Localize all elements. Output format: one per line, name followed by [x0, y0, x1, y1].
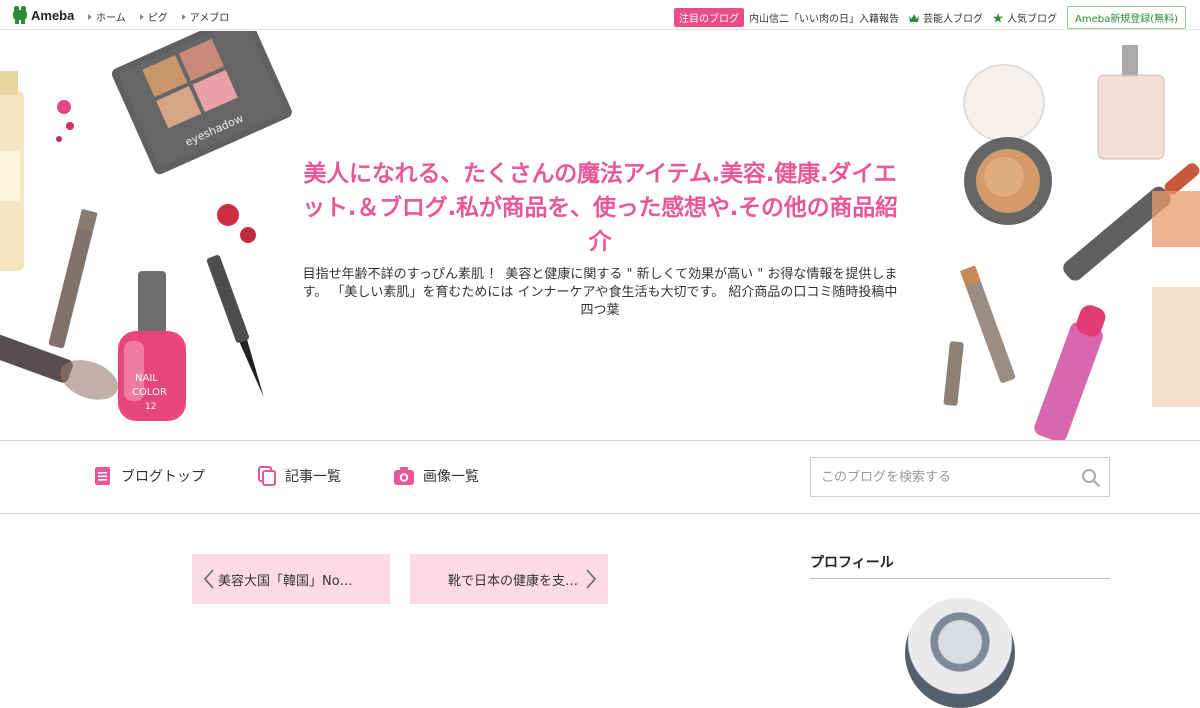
- prev-entry-link[interactable]: 美容大国「韓国」No…: [192, 554, 390, 604]
- popular-blog-label: 人気ブログ: [1006, 14, 1057, 25]
- eye-pencil-icon: [960, 265, 1016, 383]
- camera-icon: [394, 467, 414, 485]
- nav-blog-top[interactable]: ブログトップ: [94, 466, 205, 486]
- cosmetics-illustration-left: eyeshadow NAIL COLOR 12: [0, 31, 292, 421]
- cosmetic-box-icon: [1152, 191, 1200, 407]
- nav-entries[interactable]: 記事一覧: [258, 466, 341, 486]
- chevron-left-icon: [203, 569, 214, 589]
- nav-images[interactable]: 画像一覧: [394, 466, 479, 486]
- nail-polish-label-2: COLOR: [132, 387, 167, 398]
- global-header-right: 注目のブログ 内山信二「いい肉の日」入籍報告 芸能人ブログ 人気ブログ Ameb…: [673, 6, 1186, 29]
- blog-description: 目指せ年齢不詳のすっぴん素肌 ！ 美容と健康に関する " 新しくて効果が高い "…: [302, 267, 898, 318]
- popular-blog-link[interactable]: 人気ブログ: [992, 10, 1057, 25]
- featured-blog-link[interactable]: 内山信二「いい肉の日」入籍報告: [749, 10, 899, 25]
- nav-blog-top-label: ブログトップ: [121, 469, 205, 485]
- lipstick-icon: [1034, 305, 1106, 440]
- ameba-mascot-icon: [12, 6, 28, 24]
- next-entry-title: 靴で日本の健康を支…: [447, 573, 578, 589]
- crown-icon: [908, 13, 919, 22]
- blog-header-banner: eyeshadow NAIL COLOR 12 美人になれる、たくさんの魔法アイ…: [0, 31, 1200, 440]
- profile-heading: プロフィール: [810, 552, 1110, 579]
- nav-home-link[interactable]: ホーム: [88, 9, 126, 24]
- liquid-liner-icon: [206, 255, 264, 398]
- nail-polish-label: NAIL: [135, 373, 158, 384]
- document-icon: [95, 467, 110, 485]
- featured-badge: 注目のブログ: [673, 8, 744, 27]
- brush-stub-icon: [943, 341, 964, 406]
- global-nav: ホーム ピグ アメブロ: [88, 9, 229, 24]
- prev-entry-title: 美容大国「韓国」No…: [218, 573, 353, 589]
- profile-avatar[interactable]: [905, 598, 1015, 708]
- eyeshadow-palette-icon: eyeshadow: [111, 31, 292, 175]
- entries-icon: [258, 466, 276, 486]
- nav-ameblo-link[interactable]: アメブロ: [182, 9, 230, 24]
- nav-images-label: 画像一覧: [423, 469, 479, 485]
- celebrity-blog-link[interactable]: 芸能人ブログ: [908, 10, 983, 25]
- nail-polish-icon: NAIL COLOR 12: [118, 271, 186, 421]
- search-icon[interactable]: [1081, 468, 1101, 488]
- nav-pigg-link[interactable]: ピグ: [140, 9, 168, 24]
- celebrity-blog-label: 芸能人ブログ: [922, 14, 983, 25]
- logo-text: Ameba: [31, 7, 75, 23]
- next-entry-link[interactable]: 靴で日本の健康を支…: [410, 554, 608, 604]
- blog-nav-bar: ブログトップ 記事一覧 画像一覧: [0, 440, 1200, 514]
- ameba-logo[interactable]: Ameba: [12, 5, 74, 25]
- star-icon: [992, 12, 1003, 23]
- chevron-right-icon: [586, 569, 597, 589]
- blog-search-input[interactable]: [811, 458, 1071, 496]
- nail-polish-number: 12: [145, 402, 156, 412]
- bottle-left-icon: [0, 71, 24, 271]
- compact-lid-icon: [963, 64, 1045, 142]
- eyeliner-pencil-icon: [48, 209, 98, 349]
- perfume-bottle-icon: [1097, 45, 1165, 160]
- blog-search-box: [810, 457, 1110, 497]
- nav-entries-label: 記事一覧: [285, 469, 341, 485]
- signup-button[interactable]: Ameba新規登録(無料): [1066, 6, 1186, 29]
- cosmetics-illustration-right: [943, 45, 1200, 440]
- global-header: Ameba ホーム ピグ アメブロ 注目のブログ 内山信二「いい肉の日」入籍報告…: [0, 0, 1200, 30]
- blog-title[interactable]: 美人になれる、たくさんの魔法アイテム.美容.健康.ダイエット.＆ブログ.私が商品…: [300, 157, 900, 259]
- powder-compact-icon: [964, 137, 1052, 225]
